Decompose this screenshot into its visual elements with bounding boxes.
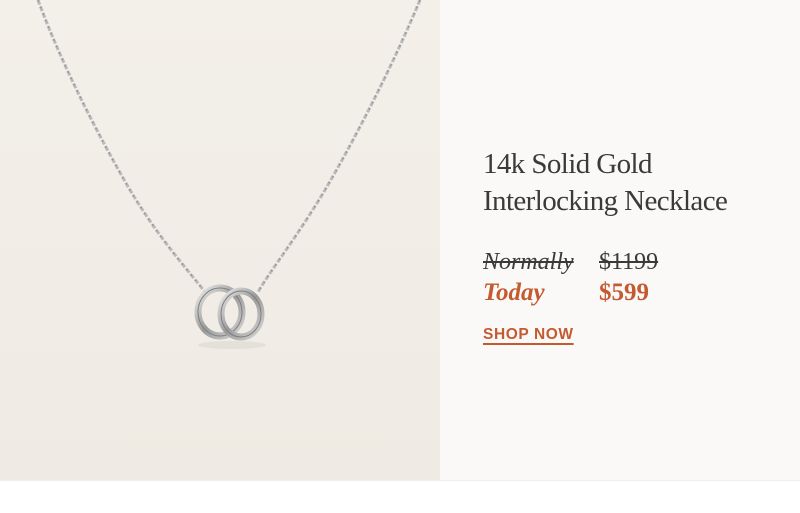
product-image[interactable] [0, 0, 440, 480]
price-block: Normally $1199 Today $599 [483, 249, 783, 309]
original-price-row: Normally $1199 [483, 249, 783, 279]
product-info: 14k Solid Gold Interlocking Necklace Nor… [483, 146, 783, 344]
shop-now-link[interactable]: SHOP NOW [483, 326, 574, 344]
product-title: 14k Solid Gold Interlocking Necklace [483, 146, 783, 220]
original-price: $1199 [599, 249, 659, 275]
product-promo: 14k Solid Gold Interlocking Necklace Nor… [0, 0, 800, 513]
sale-price-label: Today [483, 279, 545, 306]
sale-price-row: Today $599 [483, 279, 783, 309]
original-price-label: Normally [483, 249, 574, 275]
product-title-line2: Interlocking Necklace [483, 185, 728, 217]
necklace-icon [36, 0, 422, 349]
sale-price: $599 [599, 279, 649, 306]
product-title-line1: 14k Solid Gold [483, 148, 652, 180]
bottom-divider-strip [0, 480, 800, 513]
